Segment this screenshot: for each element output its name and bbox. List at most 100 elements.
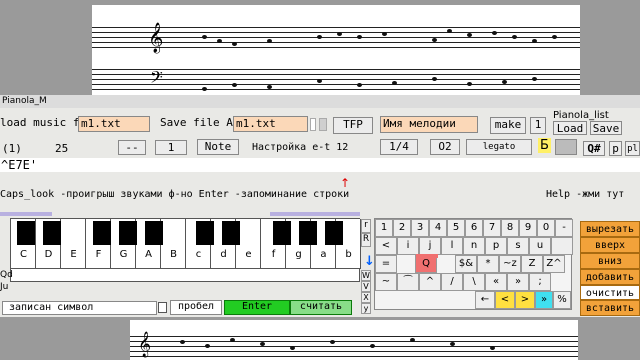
quarter-button[interactable]: 1/4 <box>380 139 418 155</box>
black-key[interactable] <box>196 221 214 245</box>
grid-btn-z-caret[interactable]: Z^ <box>543 255 565 273</box>
side-letter-w[interactable]: W <box>361 270 371 281</box>
black-key[interactable] <box>93 221 111 245</box>
key-label: d <box>220 249 227 260</box>
black-key[interactable] <box>299 221 317 245</box>
black-key[interactable] <box>43 221 61 245</box>
grid-btn-i[interactable]: i <box>397 237 419 255</box>
grid-btn-1[interactable]: 1 <box>375 219 393 237</box>
clear-button[interactable]: очистить <box>580 285 640 300</box>
lavender-strip-2 <box>270 212 360 216</box>
note-button[interactable]: Note <box>197 139 239 155</box>
grid-btn-p[interactable]: p <box>485 237 507 255</box>
grid-btn-cyan[interactable]: » <box>535 291 553 309</box>
add-button[interactable]: добавить <box>580 269 640 285</box>
counter-label: (1) <box>2 142 22 155</box>
key-label: E <box>70 249 77 260</box>
key-label: a <box>320 249 327 260</box>
white-key[interactable] <box>61 219 86 269</box>
color-swatch-gray[interactable] <box>319 118 327 131</box>
black-key[interactable] <box>17 221 35 245</box>
side-letter-v[interactable]: V <box>361 281 371 292</box>
key-label: G <box>119 249 128 260</box>
grid-btn-7[interactable]: 7 <box>483 219 501 237</box>
grid-btn-6[interactable]: 6 <box>465 219 483 237</box>
dash-slider-button[interactable] <box>555 139 577 155</box>
grid-btn-8[interactable]: 8 <box>501 219 519 237</box>
grid-btn-eq[interactable]: = <box>375 255 397 273</box>
grid-btn-l[interactable]: l <box>441 237 463 255</box>
p-button[interactable]: p <box>609 141 622 156</box>
grid-btn-3[interactable]: 3 <box>411 219 429 237</box>
black-key[interactable] <box>325 221 343 245</box>
black-key[interactable] <box>222 221 240 245</box>
counter-value: 25 <box>55 142 69 155</box>
grid-btn-back-arrow[interactable]: ← <box>475 291 495 309</box>
one-toggle-button[interactable]: 1 <box>530 117 546 134</box>
enter-button[interactable]: Enter <box>224 300 290 315</box>
grid-btn-lt[interactable]: < <box>375 237 397 255</box>
black-key[interactable] <box>119 221 137 245</box>
side-letter-x[interactable]: X <box>361 292 371 303</box>
save-file-input[interactable]: m1.txt <box>233 116 308 132</box>
cut-button[interactable]: вырезать <box>580 221 640 237</box>
grid-btn-2[interactable]: 2 <box>393 219 411 237</box>
list-save-button[interactable]: Save <box>590 121 622 135</box>
grid-btn-tilde[interactable]: ~ <box>375 273 397 291</box>
grid-btn-0[interactable]: 0 <box>537 219 555 237</box>
color-swatch-white[interactable] <box>310 118 316 131</box>
piano-keyboard: C D E F G A B c d e f g a b <box>10 218 361 269</box>
grid-btn-semicolon[interactable]: ; <box>529 273 551 291</box>
down-button[interactable]: вниз <box>580 253 640 269</box>
tfp-button[interactable]: TFP <box>333 117 373 134</box>
black-key[interactable] <box>273 221 291 245</box>
dash-button[interactable]: -- <box>118 140 146 155</box>
read-button[interactable]: считать <box>290 300 352 315</box>
grid-btn-z[interactable]: Z <box>521 255 543 273</box>
grid-btn-percent[interactable]: % <box>553 291 571 309</box>
grid-btn-star[interactable]: * <box>477 255 499 273</box>
side-button-r[interactable]: r <box>361 219 371 233</box>
insert-button[interactable]: вставить <box>580 300 640 316</box>
grid-btn-4[interactable]: 4 <box>429 219 447 237</box>
status-checkbox[interactable] <box>158 302 167 313</box>
key-label: B <box>170 249 177 260</box>
load-file-input[interactable]: m1.txt <box>78 116 150 132</box>
grid-btn-gt-yellow[interactable]: > <box>515 291 535 309</box>
grid-btn-dollar[interactable]: $& <box>455 255 477 273</box>
q-sharp-button[interactable]: Q# <box>583 141 605 156</box>
list-load-button[interactable]: Load <box>553 121 587 135</box>
grid-btn-right-guillemet[interactable]: » <box>507 273 529 291</box>
grid-btn-5[interactable]: 5 <box>447 219 465 237</box>
legato-button[interactable]: legato <box>466 139 532 155</box>
pl-button[interactable]: pl <box>625 141 640 156</box>
grid-btn-s[interactable]: s <box>507 237 529 255</box>
black-key[interactable] <box>145 221 163 245</box>
white-key[interactable] <box>161 219 186 269</box>
up-button[interactable]: вверх <box>580 237 640 253</box>
grid-btn-blank[interactable] <box>551 237 573 255</box>
grid-btn-lt-yellow[interactable]: < <box>495 291 515 309</box>
window-title: Pianola_M <box>0 95 640 108</box>
octave-button[interactable]: O2 <box>430 139 460 155</box>
grid-btn-backslash[interactable]: \ <box>463 273 485 291</box>
side-button-R[interactable]: R <box>361 233 371 247</box>
grid-btn-j[interactable]: j <box>419 237 441 255</box>
grid-btn-u[interactable]: u <box>529 237 551 255</box>
make-button[interactable]: make <box>490 117 526 134</box>
grid-btn-caret[interactable]: ^ <box>419 273 441 291</box>
grid-btn-tilde-z[interactable]: ~z <box>499 255 521 273</box>
side-letter-y[interactable]: y <box>361 303 371 314</box>
grid-btn-tie[interactable]: ⁀ <box>397 273 419 291</box>
grid-btn-9[interactable]: 9 <box>519 219 537 237</box>
edit-text-field[interactable]: ^E7E' <box>0 158 640 172</box>
b-label: Б <box>538 138 551 153</box>
melody-name-input[interactable]: Имя мелодии <box>380 116 478 133</box>
help-link[interactable]: Help -жми тут <box>546 189 624 200</box>
space-button[interactable]: пробел <box>170 300 222 315</box>
grid-btn-n[interactable]: n <box>463 237 485 255</box>
grid-btn-slash[interactable]: / <box>441 273 463 291</box>
step-button[interactable]: 1 <box>155 140 187 155</box>
grid-btn-dash[interactable]: - <box>555 219 573 237</box>
grid-btn-left-guillemet[interactable]: « <box>485 273 507 291</box>
